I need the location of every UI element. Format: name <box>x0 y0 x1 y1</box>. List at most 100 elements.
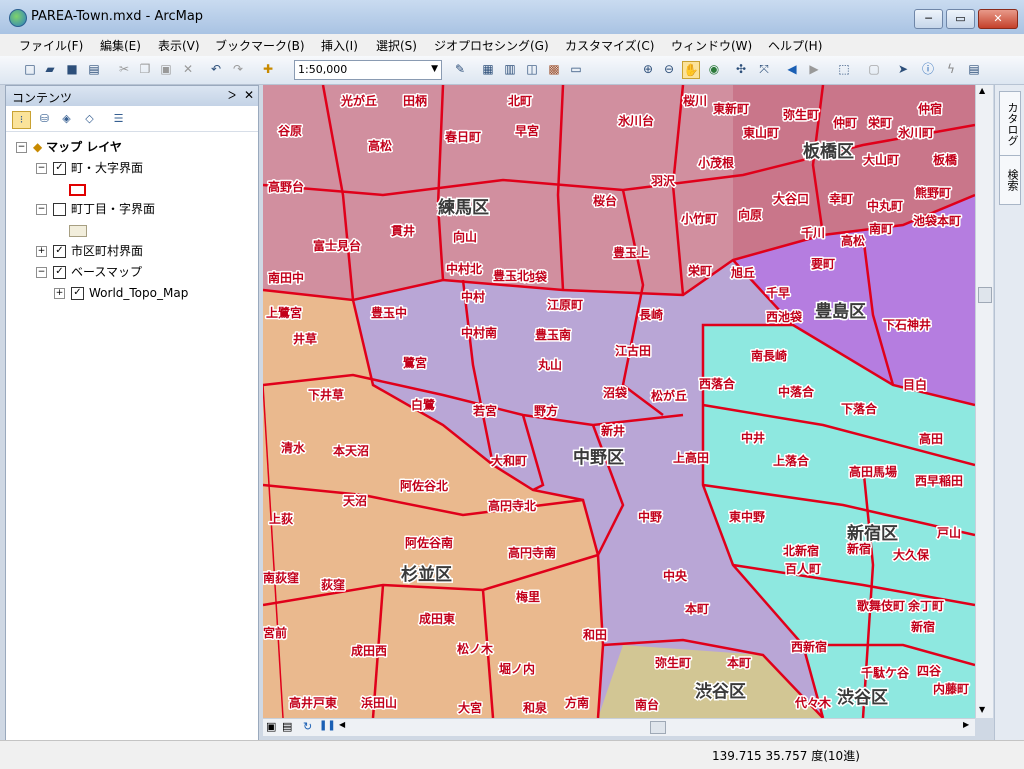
pin-icon[interactable]: ᐳ <box>228 89 236 102</box>
layout-view-icon[interactable]: ▣ <box>266 720 276 733</box>
town-label: 清水 <box>281 440 306 455</box>
search-window-icon[interactable]: ◫ <box>524 61 540 77</box>
town-label: 沼袋 <box>603 385 628 400</box>
vertical-scroll-thumb[interactable] <box>978 287 992 303</box>
layer-visibility-checkbox[interactable]: ✓ <box>53 162 66 175</box>
undo-icon[interactable]: ↶ <box>208 61 224 77</box>
lightning-icon[interactable]: ϟ <box>943 61 959 77</box>
menu-insert[interactable]: 挿入(I) <box>321 37 358 54</box>
collapse-icon[interactable]: − <box>16 142 27 153</box>
collapse-icon[interactable]: − <box>36 163 47 174</box>
refresh-icon[interactable]: ↻ <box>303 720 312 733</box>
menu-windows[interactable]: ウィンドウ(W) <box>671 37 752 54</box>
town-label: 田柄 <box>403 93 427 108</box>
layer-name: 市区町村界面 <box>71 244 144 258</box>
full-extent-globe-icon[interactable]: ◉ <box>706 61 722 77</box>
menu-file[interactable]: ファイル(F) <box>19 37 83 54</box>
beige-fill-symbol-swatch[interactable] <box>69 225 87 237</box>
menu-view[interactable]: 表示(V) <box>158 37 200 54</box>
town-label: 大和町 <box>491 453 527 468</box>
editor-toolbar-icon[interactable]: ✎ <box>452 61 468 77</box>
html-popup-icon[interactable]: ▤ <box>966 61 982 77</box>
menu-bookmarks[interactable]: ブックマーク(B) <box>215 37 305 54</box>
list-by-selection-icon[interactable]: ◇ <box>81 111 98 127</box>
expand-icon[interactable]: + <box>36 246 47 257</box>
close-icon[interactable]: ✕ <box>244 88 254 102</box>
layer-visibility-checkbox[interactable] <box>53 203 66 216</box>
zoom-out-icon[interactable]: ⊖ <box>661 61 677 77</box>
scroll-down-icon[interactable]: ▼ <box>979 705 985 714</box>
list-by-visibility-icon[interactable]: ◈ <box>58 111 75 127</box>
town-label: 新宿 <box>847 541 871 556</box>
data-view-icon[interactable]: ▤ <box>282 720 292 733</box>
zoom-in-icon[interactable]: ⊕ <box>640 61 656 77</box>
scroll-up-icon[interactable]: ▲ <box>979 86 985 95</box>
horizontal-scroll-thumb[interactable] <box>650 721 666 734</box>
map-canvas[interactable]: 練馬区 板橋区 豊島区 中野区 新宿区 杉並区 渋谷区 渋谷区 光が丘 田柄 北町桜… <box>263 85 975 718</box>
layer-visibility-checkbox[interactable]: ✓ <box>53 266 66 279</box>
delete-icon[interactable]: ✕ <box>180 61 196 77</box>
new-document-icon[interactable]: □ <box>22 61 38 77</box>
scroll-right-icon[interactable]: ▶ <box>963 720 969 729</box>
catalog-window-icon[interactable]: ▥ <box>502 61 518 77</box>
minimize-button[interactable]: ─ <box>914 9 943 29</box>
menu-customize[interactable]: カスタマイズ(C) <box>565 37 654 54</box>
forward-extent-icon[interactable]: ▶ <box>806 61 822 77</box>
menu-selection[interactable]: 選択(S) <box>376 37 417 54</box>
menu-help[interactable]: ヘルプ(H) <box>768 37 822 54</box>
redo-icon[interactable]: ↷ <box>230 61 246 77</box>
table-of-contents-icon[interactable]: ▦ <box>480 61 496 77</box>
close-button[interactable]: ✕ <box>978 9 1018 29</box>
fixed-zoom-out-icon[interactable]: ⤧ <box>756 61 772 77</box>
town-label: 氷川町 <box>897 125 934 140</box>
town-label: 池袋本町 <box>913 213 961 228</box>
list-by-source-icon[interactable]: ⛁ <box>36 111 53 127</box>
town-label: 西池袋 <box>766 309 803 324</box>
red-outline-symbol-swatch[interactable] <box>69 184 86 196</box>
select-features-icon[interactable]: ⬚ <box>836 61 852 77</box>
save-icon[interactable]: ■ <box>64 61 80 77</box>
options-icon[interactable]: ☰ <box>110 111 127 127</box>
paste-icon[interactable]: ▣ <box>158 61 174 77</box>
toc-layer-row[interactable]: − 町丁目・字界面 <box>36 200 155 218</box>
toc-layer-row[interactable]: + ✓ World_Topo_Map <box>54 284 188 302</box>
maximize-button[interactable]: ▭ <box>946 9 975 29</box>
back-extent-icon[interactable]: ◀ <box>784 61 800 77</box>
toc-layer-row[interactable]: + ✓ 市区町村界面 <box>36 242 143 260</box>
copy-icon[interactable]: ❐ <box>137 61 153 77</box>
menu-geoprocessing[interactable]: ジオプロセシング(G) <box>434 37 549 54</box>
map-vertical-scrollbar[interactable]: ▲ ▼ <box>975 85 993 718</box>
add-data-icon[interactable]: ✚ <box>260 61 276 77</box>
pan-hand-icon[interactable]: ✋ <box>682 61 700 79</box>
cut-icon[interactable]: ✂ <box>116 61 132 77</box>
identify-icon[interactable]: ⓘ <box>920 61 936 77</box>
fixed-zoom-in-icon[interactable]: ✣ <box>733 61 749 77</box>
expand-icon[interactable]: + <box>54 288 65 299</box>
collapse-icon[interactable]: − <box>36 204 47 215</box>
catalog-tab[interactable]: カタログ <box>999 91 1021 157</box>
print-icon[interactable]: ▤ <box>86 61 102 77</box>
town-label: 南荻窪 <box>263 570 299 585</box>
map-view[interactable]: 練馬区 板橋区 豊島区 中野区 新宿区 杉並区 渋谷区 渋谷区 光が丘 田柄 北町桜… <box>263 85 975 718</box>
toc-layer-row[interactable]: − ✓ 町・大字界面 <box>36 159 143 177</box>
menu-edit[interactable]: 編集(E) <box>100 37 141 54</box>
toc-root-row[interactable]: − ◆ マップ レイヤ <box>16 138 122 156</box>
layer-visibility-checkbox[interactable]: ✓ <box>53 245 66 258</box>
layer-visibility-checkbox[interactable]: ✓ <box>71 287 84 300</box>
clear-selection-icon[interactable]: ▢ <box>866 61 882 77</box>
map-scale-dropdown[interactable]: 1:50,000 ▼ <box>294 60 442 80</box>
town-label: 高松 <box>368 138 392 153</box>
select-elements-arrow-icon[interactable]: ➤ <box>895 61 911 77</box>
search-tab[interactable]: 検索 <box>999 155 1021 205</box>
arcmap-app-icon[interactable] <box>9 9 27 27</box>
open-folder-icon[interactable]: ▰ <box>42 61 58 77</box>
town-label: 和泉 <box>522 700 548 715</box>
python-window-icon[interactable]: ▭ <box>568 61 584 77</box>
toc-layer-row[interactable]: − ✓ ベースマップ <box>36 263 142 281</box>
scroll-left-icon[interactable]: ◀ <box>339 720 345 729</box>
collapse-icon[interactable]: − <box>36 267 47 278</box>
ward-label: 渋谷区 <box>837 687 888 708</box>
list-by-drawing-order-icon[interactable]: ⁝ <box>12 111 31 129</box>
pause-drawing-icon[interactable]: ❚❚ <box>319 720 336 731</box>
arctoolbox-icon[interactable]: ▩ <box>546 61 562 77</box>
